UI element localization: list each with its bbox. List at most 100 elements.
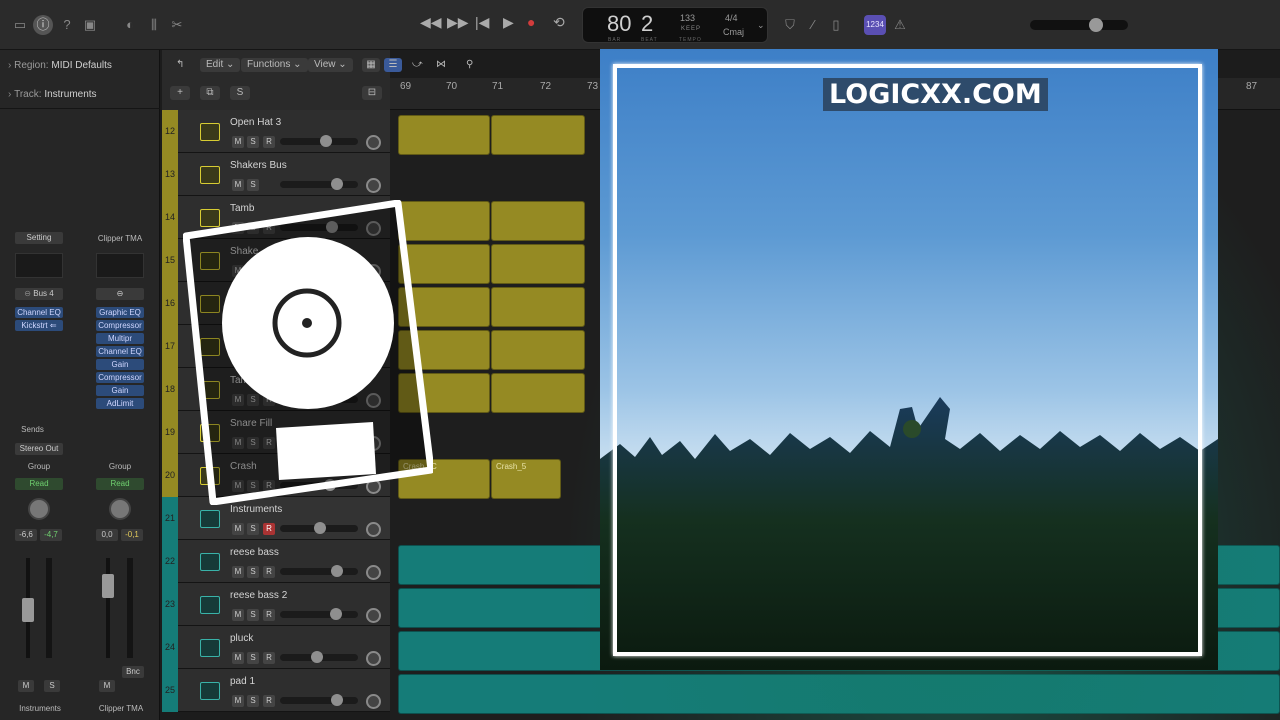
plugin-channel-eq-2[interactable]: Channel EQ xyxy=(96,346,144,357)
track-name[interactable]: Instruments xyxy=(230,504,282,515)
plugin-compressor-2[interactable]: Compressor xyxy=(96,372,144,383)
track-header[interactable]: 23 reese bass 2 MSR xyxy=(162,583,390,626)
plugin-graphic-eq[interactable]: Graphic EQ xyxy=(96,307,144,318)
group-slot-2[interactable]: Group xyxy=(96,462,144,471)
catch-icon[interactable]: ⚲ xyxy=(466,58,473,72)
track-volume-thumb[interactable] xyxy=(331,694,343,706)
record-enable-button[interactable]: R xyxy=(263,652,275,664)
track-volume-slider[interactable] xyxy=(280,608,358,620)
solo-button[interactable]: S xyxy=(247,695,259,707)
tuner-icon[interactable]: ⁄ xyxy=(803,15,823,35)
track-volume-slider[interactable] xyxy=(280,651,358,663)
pan-knob[interactable] xyxy=(28,498,50,520)
track-name[interactable]: reese bass xyxy=(230,547,279,558)
track-name[interactable]: Shakers Bus xyxy=(230,160,287,171)
lcd-display[interactable]: 80 2 BAR BEAT 133 KEEP TEMPO 4/4 Cmaj ⌄ xyxy=(582,7,768,43)
solo-button[interactable]: S xyxy=(247,523,259,535)
pan-knob-2[interactable] xyxy=(109,498,131,520)
track-header[interactable]: 24 pluck M S R xyxy=(162,626,390,669)
solo-button[interactable]: S xyxy=(247,609,259,621)
track-pan-knob[interactable] xyxy=(366,178,381,193)
mute-button[interactable]: M xyxy=(232,695,244,707)
mute-button[interactable]: M xyxy=(232,136,244,148)
record-enable-button[interactable]: R xyxy=(263,523,275,535)
forward-button[interactable]: ▶▶ xyxy=(447,14,469,31)
solo-button[interactable]: S xyxy=(247,179,259,191)
plugin-adlimit[interactable]: AdLimit xyxy=(96,398,144,409)
automation-mode[interactable]: Read xyxy=(15,478,63,490)
rewind-button[interactable]: ◀◀ xyxy=(420,14,442,31)
track-header[interactable]: 22 reese bass M S R xyxy=(162,540,390,583)
go-to-start-button[interactable]: |◀ xyxy=(475,14,489,31)
crash-region[interactable]: Crash_5 xyxy=(491,459,561,499)
track-pan-knob[interactable] xyxy=(366,565,381,580)
track-volume-thumb[interactable] xyxy=(314,522,326,534)
track-volume-slider[interactable] xyxy=(280,178,358,190)
track-volume-slider[interactable] xyxy=(280,565,358,577)
solo-button[interactable]: S xyxy=(247,136,259,148)
collapse-icon[interactable]: ⊟ xyxy=(362,86,382,100)
grid-view-icon[interactable]: ▦ xyxy=(362,58,380,72)
track-pan-knob[interactable] xyxy=(366,522,381,537)
snap-icon[interactable]: ⤻ xyxy=(412,58,423,72)
link-icon[interactable]: ⊖ xyxy=(96,288,144,300)
track-volume-thumb[interactable] xyxy=(311,651,323,663)
record-button[interactable]: ● xyxy=(527,14,535,30)
track-volume-slider[interactable] xyxy=(280,135,358,147)
mute-button[interactable]: M xyxy=(232,609,244,621)
view-menu[interactable]: View ⌄ xyxy=(308,58,353,72)
global-solo-button[interactable]: S xyxy=(230,86,250,100)
volume-fader-2[interactable] xyxy=(106,558,110,658)
solo-icon[interactable]: ▯ xyxy=(826,15,846,35)
back-icon[interactable]: ↰ xyxy=(176,58,184,72)
setting-button[interactable]: Setting xyxy=(15,232,63,244)
track-name[interactable]: pad 1 xyxy=(230,676,255,687)
region-inspector-header[interactable]: › Region: MIDI Defaults xyxy=(8,60,112,71)
track-pan-knob[interactable] xyxy=(366,694,381,709)
mute-button-2[interactable]: M xyxy=(99,680,115,692)
toolbar-icon[interactable]: ▣ xyxy=(80,15,100,35)
plugin-multipr[interactable]: Multipr xyxy=(96,333,144,344)
cycle-button[interactable]: ⟲ xyxy=(553,14,565,31)
plugin-channel-eq[interactable]: Channel EQ xyxy=(15,307,63,318)
library-icon[interactable]: ▭ xyxy=(10,15,30,35)
midi-region[interactable] xyxy=(398,115,490,155)
eq-thumbnail[interactable] xyxy=(15,253,63,278)
setting-button-2[interactable]: Clipper TMA xyxy=(94,234,146,243)
track-volume-thumb[interactable] xyxy=(331,178,343,190)
track-header[interactable]: 13 Shakers Bus M S xyxy=(162,153,390,196)
track-pan-knob[interactable] xyxy=(366,651,381,666)
solo-button[interactable]: S xyxy=(44,680,60,692)
play-button[interactable]: ▶ xyxy=(503,14,514,31)
plugin-kickstrt[interactable]: Kickstrt ⇐ xyxy=(15,320,63,331)
plugin-gain-2[interactable]: Gain xyxy=(96,385,144,396)
record-enable-button[interactable]: R xyxy=(263,695,275,707)
quick-help-icon[interactable]: ? xyxy=(57,15,77,35)
track-header[interactable]: 12 Open Hat 3 MSR xyxy=(162,110,390,153)
master-volume-thumb[interactable] xyxy=(1089,18,1103,32)
master-volume-slider[interactable] xyxy=(1030,18,1128,32)
mute-button[interactable]: M xyxy=(232,523,244,535)
track-name[interactable]: pluck xyxy=(230,633,253,644)
mixer-icon[interactable]: ⫼ xyxy=(144,15,164,35)
output-slot[interactable]: Stereo Out xyxy=(15,443,63,455)
bounce-button[interactable]: Bnc xyxy=(122,666,144,678)
track-volume-thumb[interactable] xyxy=(320,135,332,147)
automation-mode-2[interactable]: Read xyxy=(96,478,144,490)
record-enable-button[interactable]: R xyxy=(263,136,275,148)
solo-button[interactable]: S xyxy=(247,566,259,578)
mute-button[interactable]: M xyxy=(232,179,244,191)
functions-menu[interactable]: Functions ⌄ xyxy=(241,58,308,72)
solo-button[interactable]: S xyxy=(247,652,259,664)
track-pan-knob[interactable] xyxy=(366,608,381,623)
track-pan-knob[interactable] xyxy=(366,135,381,150)
track-name[interactable]: reese bass 2 xyxy=(230,590,287,601)
track-header[interactable]: 25 pad 1 MSR xyxy=(162,669,390,712)
track-volume-slider[interactable] xyxy=(280,522,358,534)
eq-thumbnail-2[interactable] xyxy=(96,253,144,278)
list-editors-icon[interactable]: ⛉ xyxy=(780,15,800,35)
track-volume-thumb[interactable] xyxy=(330,608,342,620)
add-track-button[interactable]: + xyxy=(170,86,190,100)
smart-controls-icon[interactable]: ◐ xyxy=(120,15,140,35)
flex-icon[interactable]: ⋈ xyxy=(436,58,446,72)
